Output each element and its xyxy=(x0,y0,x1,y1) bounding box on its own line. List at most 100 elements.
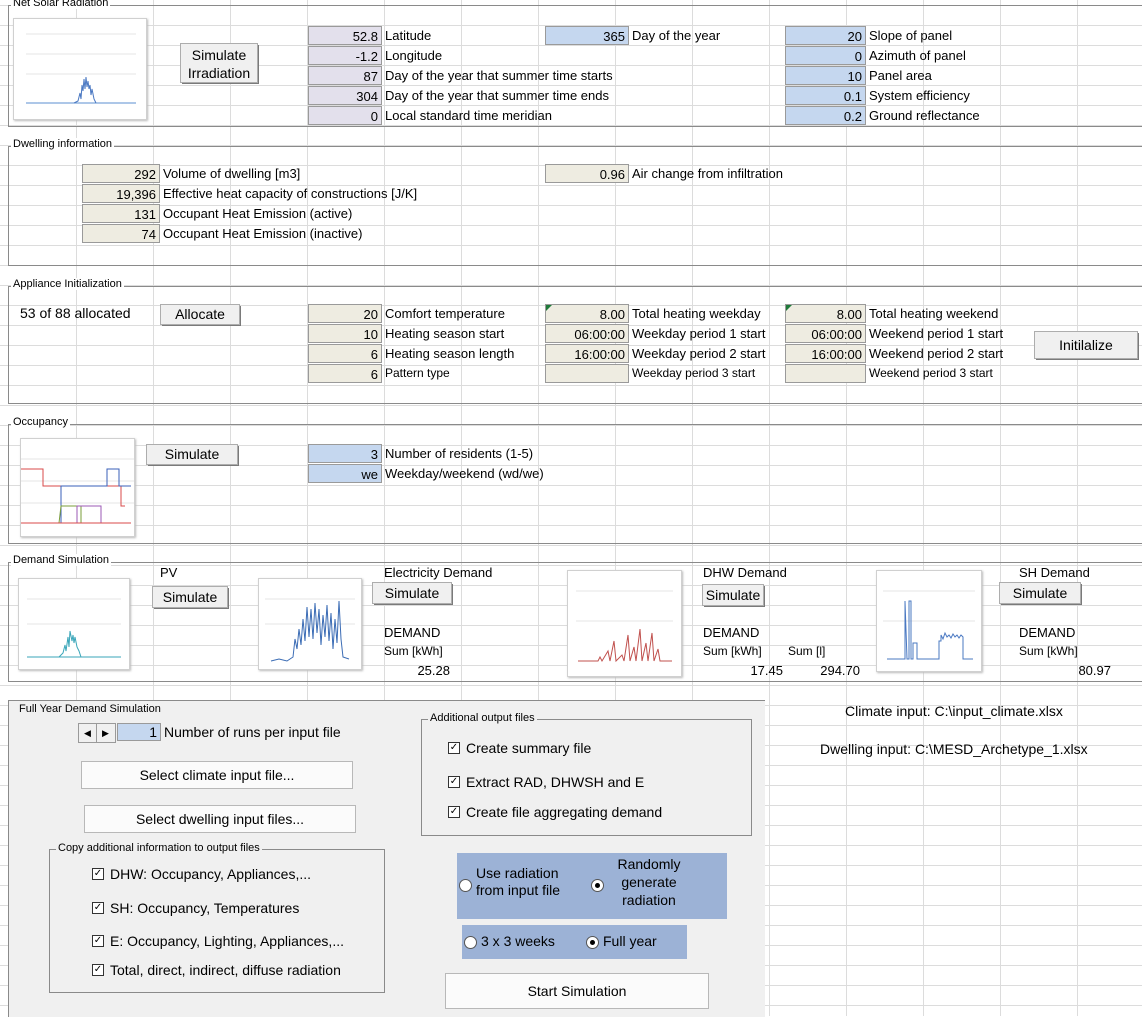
sh-chart-svg xyxy=(883,590,975,660)
dhw-simulate-button[interactable]: Simulate xyxy=(702,584,765,607)
summary-file-checkbox[interactable]: ✓ Create summary file xyxy=(448,740,591,756)
copy-sh-checkbox[interactable]: ✓ SH: Occupancy, Temperatures xyxy=(92,900,299,916)
reflectance-label: Ground reflectance xyxy=(869,108,980,123)
slope-value[interactable]: 20 xyxy=(785,26,866,45)
solar-chart-svg xyxy=(26,33,136,104)
summer-start-value[interactable]: 87 xyxy=(308,66,382,85)
radiation-option-group: Use radiation from input file Randomly g… xyxy=(457,853,727,919)
pattern-value[interactable]: 6 xyxy=(308,364,382,383)
air-change-value[interactable]: 0.96 xyxy=(545,164,629,183)
comfort-value[interactable]: 20 xyxy=(308,304,382,323)
residents-value[interactable]: 3 xyxy=(308,444,382,463)
full-year-panel: Full Year Demand Simulation ◀ ▶ 1 Number … xyxy=(8,700,765,1017)
electricity-chart[interactable] xyxy=(258,578,362,670)
heat-active-value[interactable]: 131 xyxy=(82,204,160,223)
simulate-irradiation-button[interactable]: Simulate Irradiation xyxy=(180,43,259,84)
occupancy-simulate-button[interactable]: Simulate xyxy=(146,444,239,466)
weekend-p3-label: Weekend period 3 start xyxy=(869,366,993,380)
aggregate-file-checkbox[interactable]: ✓ Create file aggregating demand xyxy=(448,804,662,820)
copy-dhw-label: DHW: Occupancy, Appliances,... xyxy=(110,866,312,882)
occupancy-chart-svg xyxy=(21,458,134,524)
area-value[interactable]: 10 xyxy=(785,66,866,85)
meridian-value[interactable]: 0 xyxy=(308,106,382,125)
weekend-p2-label: Weekend period 2 start xyxy=(869,346,1004,361)
pv-simulate-button[interactable]: Simulate xyxy=(152,586,229,609)
copy-sh-label: SH: Occupancy, Temperatures xyxy=(110,900,300,916)
weekday-p3-value[interactable] xyxy=(545,364,629,383)
dwelling-input-path: Dwelling input: C:\MESD_Archetype_1.xlsx xyxy=(820,741,1088,757)
random-radiation-label: Randomly generate radiation xyxy=(617,856,681,908)
season-length-value[interactable]: 6 xyxy=(308,344,382,363)
daytype-label: Weekday/weekend (wd/we) xyxy=(385,466,544,481)
total-weekend-value[interactable]: 8.00 xyxy=(785,304,866,323)
select-climate-button[interactable]: Select climate input file... xyxy=(81,761,353,789)
longitude-value[interactable]: -1.2 xyxy=(308,46,382,65)
weekday-p1-value[interactable]: 06:00:00 xyxy=(545,324,629,343)
runs-spinner[interactable]: ◀ ▶ xyxy=(78,723,116,743)
weekend-p3-value[interactable] xyxy=(785,364,866,383)
select-dwelling-button[interactable]: Select dwelling input files... xyxy=(84,805,356,833)
azimuth-value[interactable]: 0 xyxy=(785,46,866,65)
summer-start-label: Day of the year that summer time starts xyxy=(385,68,613,83)
checkbox-checked-icon: ✓ xyxy=(448,776,460,789)
spin-right-icon[interactable]: ▶ xyxy=(96,724,114,742)
copy-e-checkbox[interactable]: ✓ E: Occupancy, Lighting, Appliances,... xyxy=(92,933,344,949)
occupancy-chart[interactable] xyxy=(20,438,135,537)
sh-title: SH Demand xyxy=(1019,565,1090,580)
initialize-button[interactable]: Initilalize xyxy=(1034,331,1139,360)
weekend-p1-value[interactable]: 06:00:00 xyxy=(785,324,866,343)
efficiency-value[interactable]: 0.1 xyxy=(785,86,866,105)
three-weeks-radio[interactable]: 3 x 3 weeks xyxy=(464,933,555,949)
copy-dhw-checkbox[interactable]: ✓ DHW: Occupancy, Appliances,... xyxy=(92,866,311,882)
weekday-p2-value[interactable]: 16:00:00 xyxy=(545,344,629,363)
capacity-value[interactable]: 19,396 xyxy=(82,184,160,203)
dhw-title: DHW Demand xyxy=(703,565,787,580)
dhw-chart[interactable] xyxy=(567,570,682,677)
copy-radiation-checkbox[interactable]: ✓ Total, direct, indirect, diffuse radiat… xyxy=(92,962,341,978)
weekend-p1-label: Weekend period 1 start xyxy=(869,326,1004,341)
total-weekday-value[interactable]: 8.00 xyxy=(545,304,629,323)
dhw-sum-l-label: Sum [l] xyxy=(788,644,826,658)
weekday-p2-label: Weekday period 2 start xyxy=(632,346,766,361)
full-year-radio[interactable]: Full year xyxy=(586,933,657,949)
allocate-button[interactable]: Allocate xyxy=(160,304,241,326)
sh-demand-label: DEMAND xyxy=(1019,625,1076,640)
start-simulation-button[interactable]: Start Simulation xyxy=(445,973,709,1009)
extract-checkbox[interactable]: ✓ Extract RAD, DHWSH and E xyxy=(448,774,644,790)
season-start-value[interactable]: 10 xyxy=(308,324,382,343)
runs-label: Number of runs per input file xyxy=(164,724,341,740)
pv-label: PV xyxy=(160,565,178,580)
day-of-year-label: Day of the year xyxy=(632,28,721,43)
solar-chart[interactable] xyxy=(13,18,147,120)
heat-inactive-value[interactable]: 74 xyxy=(82,224,160,243)
heat-active-label: Occupant Heat Emission (active) xyxy=(163,206,353,221)
sh-simulate-button[interactable]: Simulate xyxy=(999,582,1082,605)
azimuth-label: Azimuth of panel xyxy=(869,48,966,63)
copy-e-label: E: Occupancy, Lighting, Appliances,... xyxy=(110,933,344,949)
runs-value[interactable]: 1 xyxy=(117,723,161,741)
electricity-chart-svg xyxy=(265,598,355,662)
latitude-value[interactable]: 52.8 xyxy=(308,26,382,45)
weekend-p2-value[interactable]: 16:00:00 xyxy=(785,344,866,363)
day-of-year-value[interactable]: 365 xyxy=(545,26,629,45)
summer-end-value[interactable]: 304 xyxy=(308,86,382,105)
volume-value[interactable]: 292 xyxy=(82,164,160,183)
comment-marker-icon xyxy=(786,305,792,311)
daytype-value[interactable]: we xyxy=(308,464,382,483)
output-files-title: Additional output files xyxy=(428,712,537,724)
total-weekend-label: Total heating weekend xyxy=(869,306,999,321)
dhw-sum-label: Sum [kWh] xyxy=(703,644,762,658)
sh-sum-value: 80.97 xyxy=(1078,663,1111,678)
reflectance-value[interactable]: 0.2 xyxy=(785,106,866,125)
pv-chart[interactable] xyxy=(18,578,130,670)
radio-selected-icon xyxy=(586,935,599,949)
spin-left-icon[interactable]: ◀ xyxy=(79,724,96,742)
sh-chart[interactable] xyxy=(876,570,982,672)
dhw-sum-value: 17.45 xyxy=(750,663,783,678)
radio-empty-icon xyxy=(459,879,472,892)
electricity-simulate-button[interactable]: Simulate xyxy=(372,582,453,605)
three-weeks-label: 3 x 3 weeks xyxy=(481,933,555,949)
pattern-label: Pattern type xyxy=(385,366,450,380)
use-radiation-label: Use radiation from input file xyxy=(476,865,561,898)
dhw-sum-l-value: 294.70 xyxy=(820,663,860,678)
